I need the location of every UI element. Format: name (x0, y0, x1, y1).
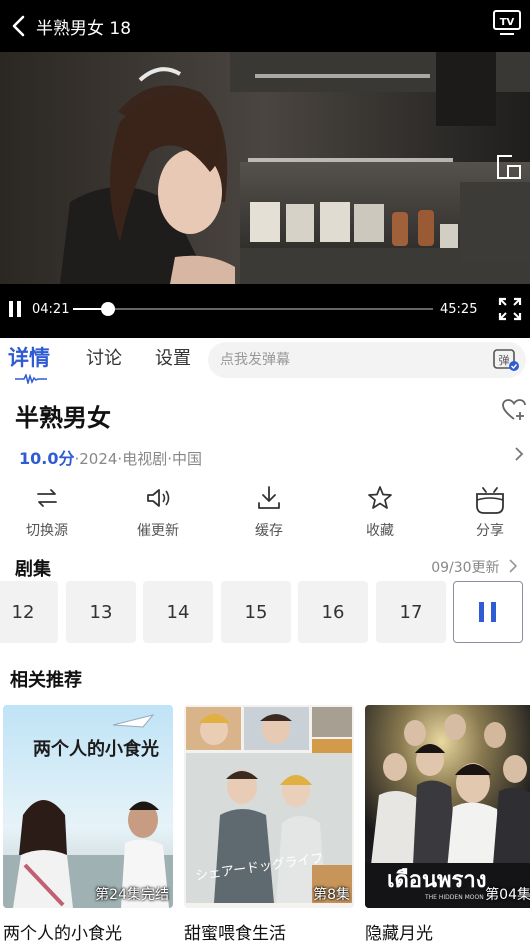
episode-item[interactable]: 12 (0, 581, 58, 643)
show-score: 10.0分 (19, 449, 75, 468)
picture-in-picture-icon[interactable] (494, 152, 524, 182)
show-meta: 10.0分·2024·电视剧·中国 (19, 445, 202, 469)
player-top-bar: 半熟男女 18 TV (0, 0, 530, 52)
danmu-box[interactable]: 弹 (208, 342, 526, 378)
poster-art: เดือนพราง THE HIDDEN MOON (365, 705, 530, 908)
episode-item[interactable]: 14 (143, 581, 213, 643)
poster-subtitle-text: THE HIDDEN MOON (424, 894, 484, 901)
speaker-icon (147, 489, 170, 507)
show-title: 半熟男女 (15, 404, 111, 432)
episode-badge: 第8集 (313, 887, 350, 903)
urge-update-label: 催更新 (137, 523, 179, 539)
episodes-update-link[interactable]: 09/30更新 (431, 557, 518, 577)
share-button[interactable]: 分享 (450, 480, 530, 546)
episode-badge: 第04集 (485, 887, 530, 903)
episode-item[interactable]: 16 (298, 581, 368, 643)
pause-icon[interactable] (8, 301, 22, 317)
recommend-card[interactable]: เดือนพราง THE HIDDEN MOON 第04集 隐藏月光 (365, 705, 530, 946)
progress-thumb[interactable] (100, 302, 115, 316)
poster-image: 两个人的小食光 第24集完结 (3, 705, 173, 908)
share-icon (476, 487, 504, 514)
episode-list: 12 13 14 15 16 17 (0, 581, 530, 643)
chevron-right-icon[interactable] (513, 446, 525, 462)
poster-title-text: เดือนพราง (387, 868, 486, 893)
favorite-label: 收藏 (366, 523, 394, 539)
tab-discussion[interactable]: 讨论 (86, 344, 122, 370)
episode-item-playing[interactable] (453, 581, 523, 643)
episode-item[interactable]: 15 (221, 581, 291, 643)
danmu-toggle-icon[interactable]: 弹 (492, 346, 520, 374)
poster-art: 两个人的小食光 (3, 705, 173, 908)
video-scene (0, 52, 530, 284)
current-time: 04:21 (32, 302, 70, 317)
follow-heart-icon[interactable] (501, 397, 527, 423)
recommend-title: 两个人的小食光 (3, 924, 122, 944)
danmu-glyph: 弹 (499, 353, 510, 367)
video-player[interactable]: 半熟男女 18 TV 04:21 45:25 (0, 0, 530, 338)
pause-icon (479, 602, 496, 622)
tab-settings[interactable]: 设置 (155, 344, 191, 370)
episodes-heading: 剧集 (15, 559, 51, 580)
poster-art: シェアードッグライフ (184, 705, 354, 908)
tab-details[interactable]: 详情 (8, 342, 50, 372)
recommend-card[interactable]: 两个人的小食光 第24集完结 两个人的小食光 (3, 705, 173, 946)
back-arrow-icon[interactable] (6, 12, 34, 40)
danmu-input[interactable] (220, 351, 460, 369)
poster-image: シェアードッグライフ 第8集 (184, 705, 354, 908)
switch-source-icon (37, 489, 57, 507)
download-button[interactable]: 缓存 (229, 480, 309, 546)
svg-text:TV: TV (500, 17, 515, 28)
share-label: 分享 (476, 523, 504, 539)
recommend-title: 隐藏月光 (365, 924, 433, 944)
fullscreen-icon[interactable] (498, 297, 522, 321)
video-frame[interactable] (0, 52, 530, 284)
download-icon (258, 486, 280, 509)
episode-item[interactable]: 17 (376, 581, 446, 643)
chevron-right-small-icon (509, 559, 518, 573)
favorite-button[interactable]: 收藏 (340, 480, 420, 546)
episode-badge: 第24集完结 (95, 887, 169, 903)
player-controls: 04:21 45:25 (0, 284, 530, 338)
poster-title-text: 两个人的小食光 (33, 738, 159, 760)
episode-item[interactable]: 13 (66, 581, 136, 643)
total-time: 45:25 (440, 302, 478, 317)
tab-bar: 详情 讨论 设置 弹 (0, 338, 530, 384)
poster-image: เดือนพราง THE HIDDEN MOON 第04集 (365, 705, 530, 908)
episodes-update-text: 09/30更新 (431, 560, 500, 576)
show-meta-text: ·2024·电视剧·中国 (74, 450, 202, 468)
recommend-title: 甜蜜喂食生活 (184, 924, 286, 944)
active-tab-indicator (15, 374, 47, 384)
star-icon (368, 486, 392, 509)
switch-source-button[interactable]: 切换源 (7, 480, 87, 546)
recommend-heading: 相关推荐 (10, 670, 82, 691)
recommend-card[interactable]: シェアードッグライフ 第8集 甜蜜喂食生活 (184, 705, 354, 946)
action-row: 切换源 催更新 缓存 收藏 分享 (0, 480, 530, 546)
progress-bar[interactable] (73, 302, 433, 316)
download-label: 缓存 (255, 523, 283, 539)
video-title: 半熟男女 18 (36, 19, 132, 39)
cast-tv-icon[interactable]: TV (492, 8, 522, 38)
switch-source-label: 切换源 (26, 523, 68, 539)
urge-update-button[interactable]: 催更新 (118, 480, 198, 546)
